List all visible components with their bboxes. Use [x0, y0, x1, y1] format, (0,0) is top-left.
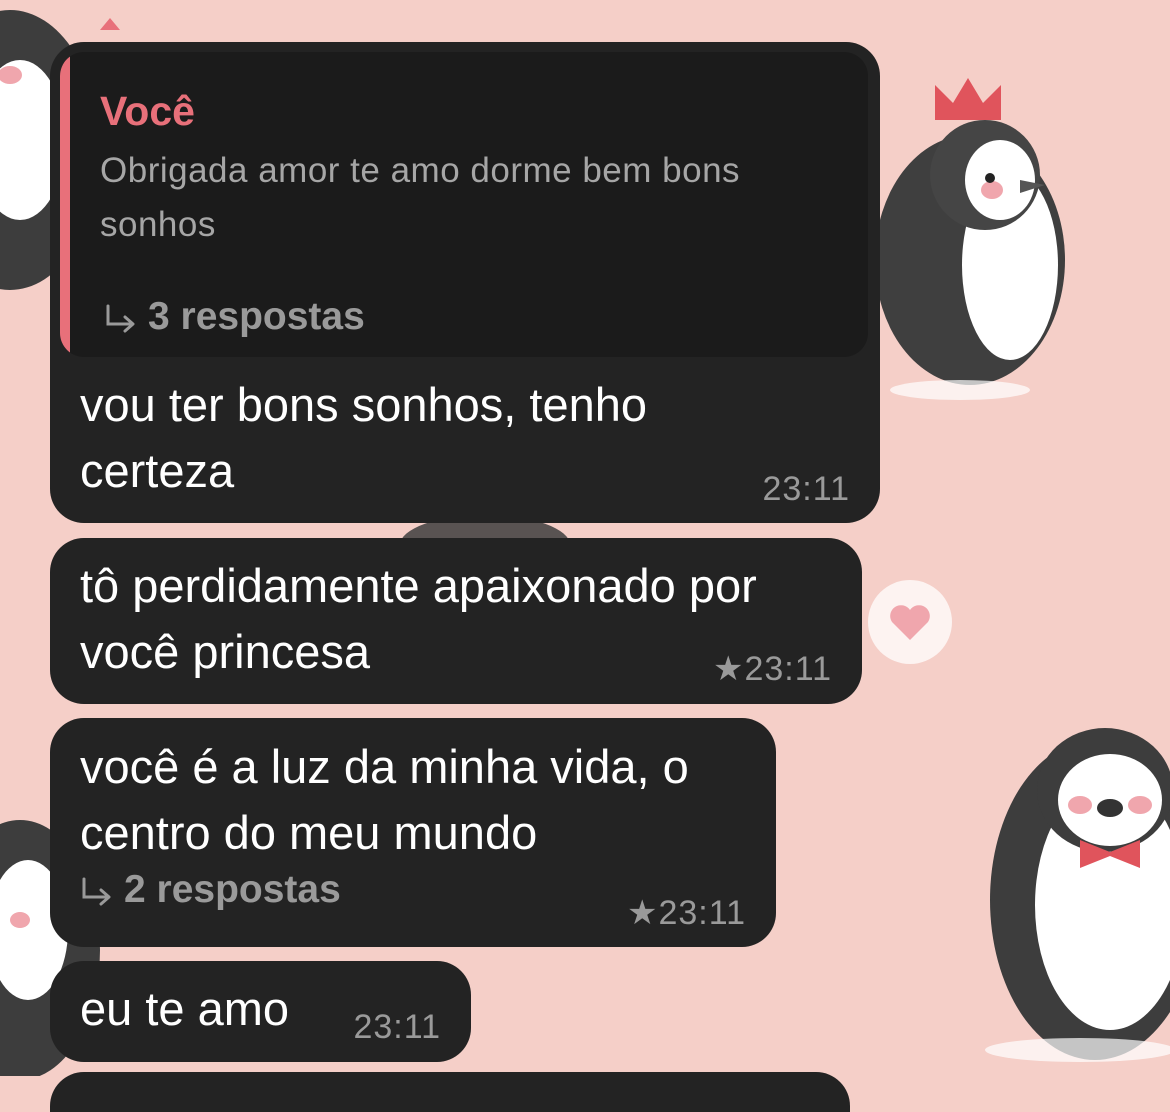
- reply-arrow-icon: [106, 304, 135, 333]
- message-time: ★23:11: [627, 893, 746, 933]
- message-time: ★23:11: [713, 649, 832, 689]
- message-time: 23:11: [353, 1008, 441, 1046]
- replies-link[interactable]: 3 respostas: [104, 295, 365, 339]
- message-bubble[interactable]: eu te amo 23:11: [50, 961, 471, 1062]
- message-bubble-partial: [50, 1072, 850, 1112]
- message-time: 23:11: [762, 470, 850, 508]
- star-icon: ★: [626, 894, 659, 932]
- quote-accent-bar: [60, 52, 70, 357]
- message-text: você é a luz da minha vida, o centro do …: [80, 740, 689, 859]
- replies-link[interactable]: 2 respostas: [80, 868, 341, 912]
- replies-count: 3 respostas: [148, 295, 365, 338]
- message-bubble[interactable]: Você Obrigada amor te amo dorme bem bons…: [50, 42, 880, 523]
- message-bubble[interactable]: tô perdidamente apaixonado por você prin…: [50, 538, 862, 704]
- message-bubble[interactable]: você é a luz da minha vida, o centro do …: [50, 718, 776, 947]
- message-text: vou ter bons sonhos, tenho certeza: [80, 378, 648, 497]
- replies-count: 2 respostas: [124, 868, 341, 911]
- message-text: eu te amo: [80, 982, 290, 1035]
- quote-text: Obrigada amor te amo dorme bem bons sonh…: [100, 151, 741, 244]
- heart-bubble-illustration: [868, 580, 952, 664]
- quote-author: Você: [100, 88, 195, 134]
- star-icon: ★: [712, 650, 745, 688]
- message-text: tô perdidamente apaixonado por você prin…: [80, 559, 757, 678]
- quoted-message[interactable]: Você Obrigada amor te amo dorme bem bons…: [60, 52, 868, 357]
- message-time-value: 23:11: [658, 894, 746, 932]
- message-time-value: 23:11: [744, 650, 832, 688]
- reply-arrow-icon: [82, 877, 111, 906]
